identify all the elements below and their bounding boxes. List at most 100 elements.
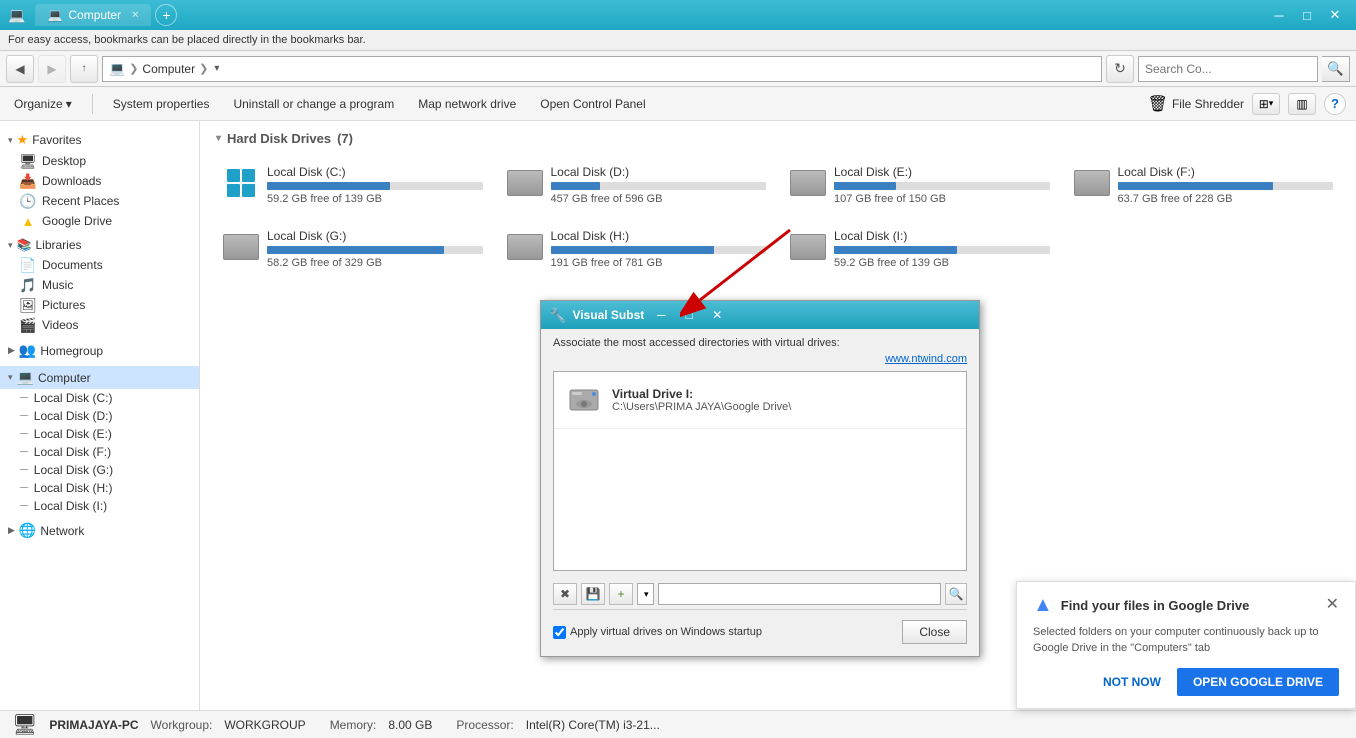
desktop-label: Desktop: [42, 154, 86, 168]
file-shredder-button[interactable]: File Shredder: [1172, 97, 1244, 111]
toolbar-divider-1: [92, 94, 93, 114]
drive-bar-fill-h: [551, 246, 715, 254]
recent-places-label: Recent Places: [42, 194, 119, 208]
sidebar-header-network[interactable]: ▶ 🌐 Network: [0, 519, 199, 542]
folder-breadcrumb-icon: 💻: [109, 61, 125, 77]
libraries-icon: 📚: [17, 238, 32, 252]
organize-label: Organize: [14, 97, 63, 111]
drive-item-f[interactable]: Local Disk (F:) 63.7 GB free of 228 GB: [1067, 158, 1341, 212]
homegroup-chevron: ▶: [8, 345, 15, 356]
sidebar-item-desktop[interactable]: 🖥 Desktop: [0, 151, 199, 171]
drive-name-d: Local Disk (D:): [551, 165, 767, 179]
dropdown-arrow[interactable]: ▾: [212, 63, 221, 74]
drive-info-f: Local Disk (F:) 63.7 GB free of 228 GB: [1118, 165, 1334, 205]
disk-i-label: Local Disk (I:): [34, 499, 107, 513]
disk-d-icon: ─: [20, 410, 28, 422]
search-input[interactable]: [1138, 56, 1318, 82]
drive-item-h[interactable]: Local Disk (H:) 191 GB free of 781 GB: [500, 222, 774, 276]
organize-button[interactable]: Organize ▾: [10, 95, 76, 113]
dialog-path-input[interactable]: [658, 583, 941, 605]
forward-button[interactable]: ▶: [38, 55, 66, 83]
dialog-maximize-button[interactable]: □: [678, 306, 700, 324]
status-processor: Intel(R) Core(TM) i3-21...: [526, 718, 660, 732]
drive-bar-fill-i: [834, 246, 957, 254]
drive-item-e[interactable]: Local Disk (E:) 107 GB free of 150 GB: [783, 158, 1057, 212]
music-label: Music: [42, 278, 73, 292]
drive-item-c[interactable]: Local Disk (C:) 59.2 GB free of 139 GB: [216, 158, 490, 212]
google-drive-label: Google Drive: [42, 214, 112, 228]
dialog-drives-list: Virtual Drive I: C:\Users\PRIMA JAYA\Goo…: [553, 371, 967, 571]
sidebar-item-disk-g[interactable]: ─ Local Disk (G:): [0, 461, 199, 479]
apply-startup-checkbox-label[interactable]: Apply virtual drives on Windows startup: [553, 626, 762, 639]
virtual-drive-path: C:\Users\PRIMA JAYA\Google Drive\: [612, 401, 791, 413]
dialog-drive-item[interactable]: Virtual Drive I: C:\Users\PRIMA JAYA\Goo…: [554, 372, 966, 429]
up-button[interactable]: ↑: [70, 55, 98, 83]
drive-space-c: 59.2 GB free of 139 GB: [267, 193, 483, 205]
sidebar-item-music[interactable]: 🎵 Music: [0, 275, 199, 295]
help-button[interactable]: ?: [1324, 93, 1346, 115]
dialog-titlebar: 🔧 Visual Subst ─ □ ✕: [541, 301, 979, 329]
sidebar-item-disk-e[interactable]: ─ Local Disk (E:): [0, 425, 199, 443]
sidebar-item-disk-c[interactable]: ─ Local Disk (C:): [0, 389, 199, 407]
dialog-close-action-button[interactable]: Close: [902, 620, 967, 644]
refresh-button[interactable]: ↻: [1106, 55, 1134, 83]
desktop-icon: 🖥: [20, 153, 36, 169]
dialog-path-search-button[interactable]: 🔍: [945, 583, 967, 605]
dialog-delete-button[interactable]: ✖: [553, 583, 577, 605]
sidebar-item-disk-i[interactable]: ─ Local Disk (I:): [0, 497, 199, 515]
drive-info-h: Local Disk (H:) 191 GB free of 781 GB: [551, 229, 767, 269]
sidebar-item-recent-places[interactable]: 🕒 Recent Places: [0, 191, 199, 211]
view-options-button[interactable]: ⊞ ▾: [1252, 93, 1280, 115]
drive-bar-bg-d: [551, 182, 767, 190]
drive-item-g[interactable]: Local Disk (G:) 58.2 GB free of 329 GB: [216, 222, 490, 276]
visual-subst-dialog[interactable]: 🔧 Visual Subst ─ □ ✕ Associate the most …: [540, 300, 980, 657]
drive-name-i: Local Disk (I:): [834, 229, 1050, 243]
new-tab-button[interactable]: +: [155, 4, 177, 26]
browser-tab[interactable]: 💻 Computer ✕: [35, 4, 151, 26]
drive-icon-d: [507, 165, 543, 201]
drive-info-d: Local Disk (D:) 457 GB free of 596 GB: [551, 165, 767, 205]
dialog-website-link[interactable]: www.ntwind.com: [553, 353, 967, 365]
dialog-title-icon: 🔧: [549, 307, 566, 324]
breadcrumb-computer[interactable]: Computer: [142, 62, 195, 76]
sidebar-header-favorites[interactable]: ▾ ★ Favorites: [0, 129, 199, 151]
sidebar-header-computer[interactable]: ▾ 💻 Computer: [0, 366, 199, 389]
dialog-add-button[interactable]: +: [609, 583, 633, 605]
libraries-label: Libraries: [35, 238, 81, 252]
dialog-footer: Apply virtual drives on Windows startup …: [553, 616, 967, 648]
sidebar-item-downloads[interactable]: 📥 Downloads: [0, 171, 199, 191]
back-button[interactable]: ◀: [6, 55, 34, 83]
drive-item-d[interactable]: Local Disk (D:) 457 GB free of 596 GB: [500, 158, 774, 212]
uninstall-button[interactable]: Uninstall or change a program: [229, 95, 398, 113]
search-button[interactable]: 🔍: [1322, 56, 1350, 82]
disk-h-icon: ─: [20, 482, 28, 494]
sidebar-header-homegroup[interactable]: ▶ 👥 Homegroup: [0, 339, 199, 362]
sidebar-item-disk-h[interactable]: ─ Local Disk (H:): [0, 479, 199, 497]
drive-item-i[interactable]: Local Disk (I:) 59.2 GB free of 139 GB: [783, 222, 1057, 276]
sidebar-item-documents[interactable]: 📄 Documents: [0, 255, 199, 275]
dialog-close-button[interactable]: ✕: [706, 306, 728, 324]
sidebar-item-google-drive[interactable]: ▲ Google Drive: [0, 211, 199, 231]
dialog-save-button[interactable]: 💾: [581, 583, 605, 605]
disk-e-icon: ─: [20, 428, 28, 440]
sidebar-item-disk-d[interactable]: ─ Local Disk (D:): [0, 407, 199, 425]
dialog-minimize-button[interactable]: ─: [650, 306, 672, 324]
map-network-button[interactable]: Map network drive: [414, 95, 520, 113]
tab-close-icon[interactable]: ✕: [131, 10, 139, 21]
sidebar-item-videos[interactable]: 🎬 Videos: [0, 315, 199, 335]
music-icon: 🎵: [20, 277, 36, 293]
sidebar-item-disk-f[interactable]: ─ Local Disk (F:): [0, 443, 199, 461]
drive-info-e: Local Disk (E:) 107 GB free of 150 GB: [834, 165, 1050, 205]
sidebar-header-libraries[interactable]: ▾ 📚 Libraries: [0, 235, 199, 255]
window-close-button[interactable]: ✕: [1322, 5, 1348, 25]
maximize-button[interactable]: □: [1294, 5, 1320, 25]
drive-info-g: Local Disk (G:) 58.2 GB free of 329 GB: [267, 229, 483, 269]
preview-pane-button[interactable]: ▥: [1288, 93, 1316, 115]
sidebar-item-pictures[interactable]: 🖼 Pictures: [0, 295, 199, 315]
open-control-panel-button[interactable]: Open Control Panel: [536, 95, 649, 113]
drive-space-g: 58.2 GB free of 329 GB: [267, 257, 483, 269]
minimize-button[interactable]: ─: [1266, 5, 1292, 25]
system-properties-button[interactable]: System properties: [109, 95, 214, 113]
dialog-drive-dropdown[interactable]: ▾: [637, 583, 654, 605]
apply-startup-checkbox[interactable]: [553, 626, 566, 639]
